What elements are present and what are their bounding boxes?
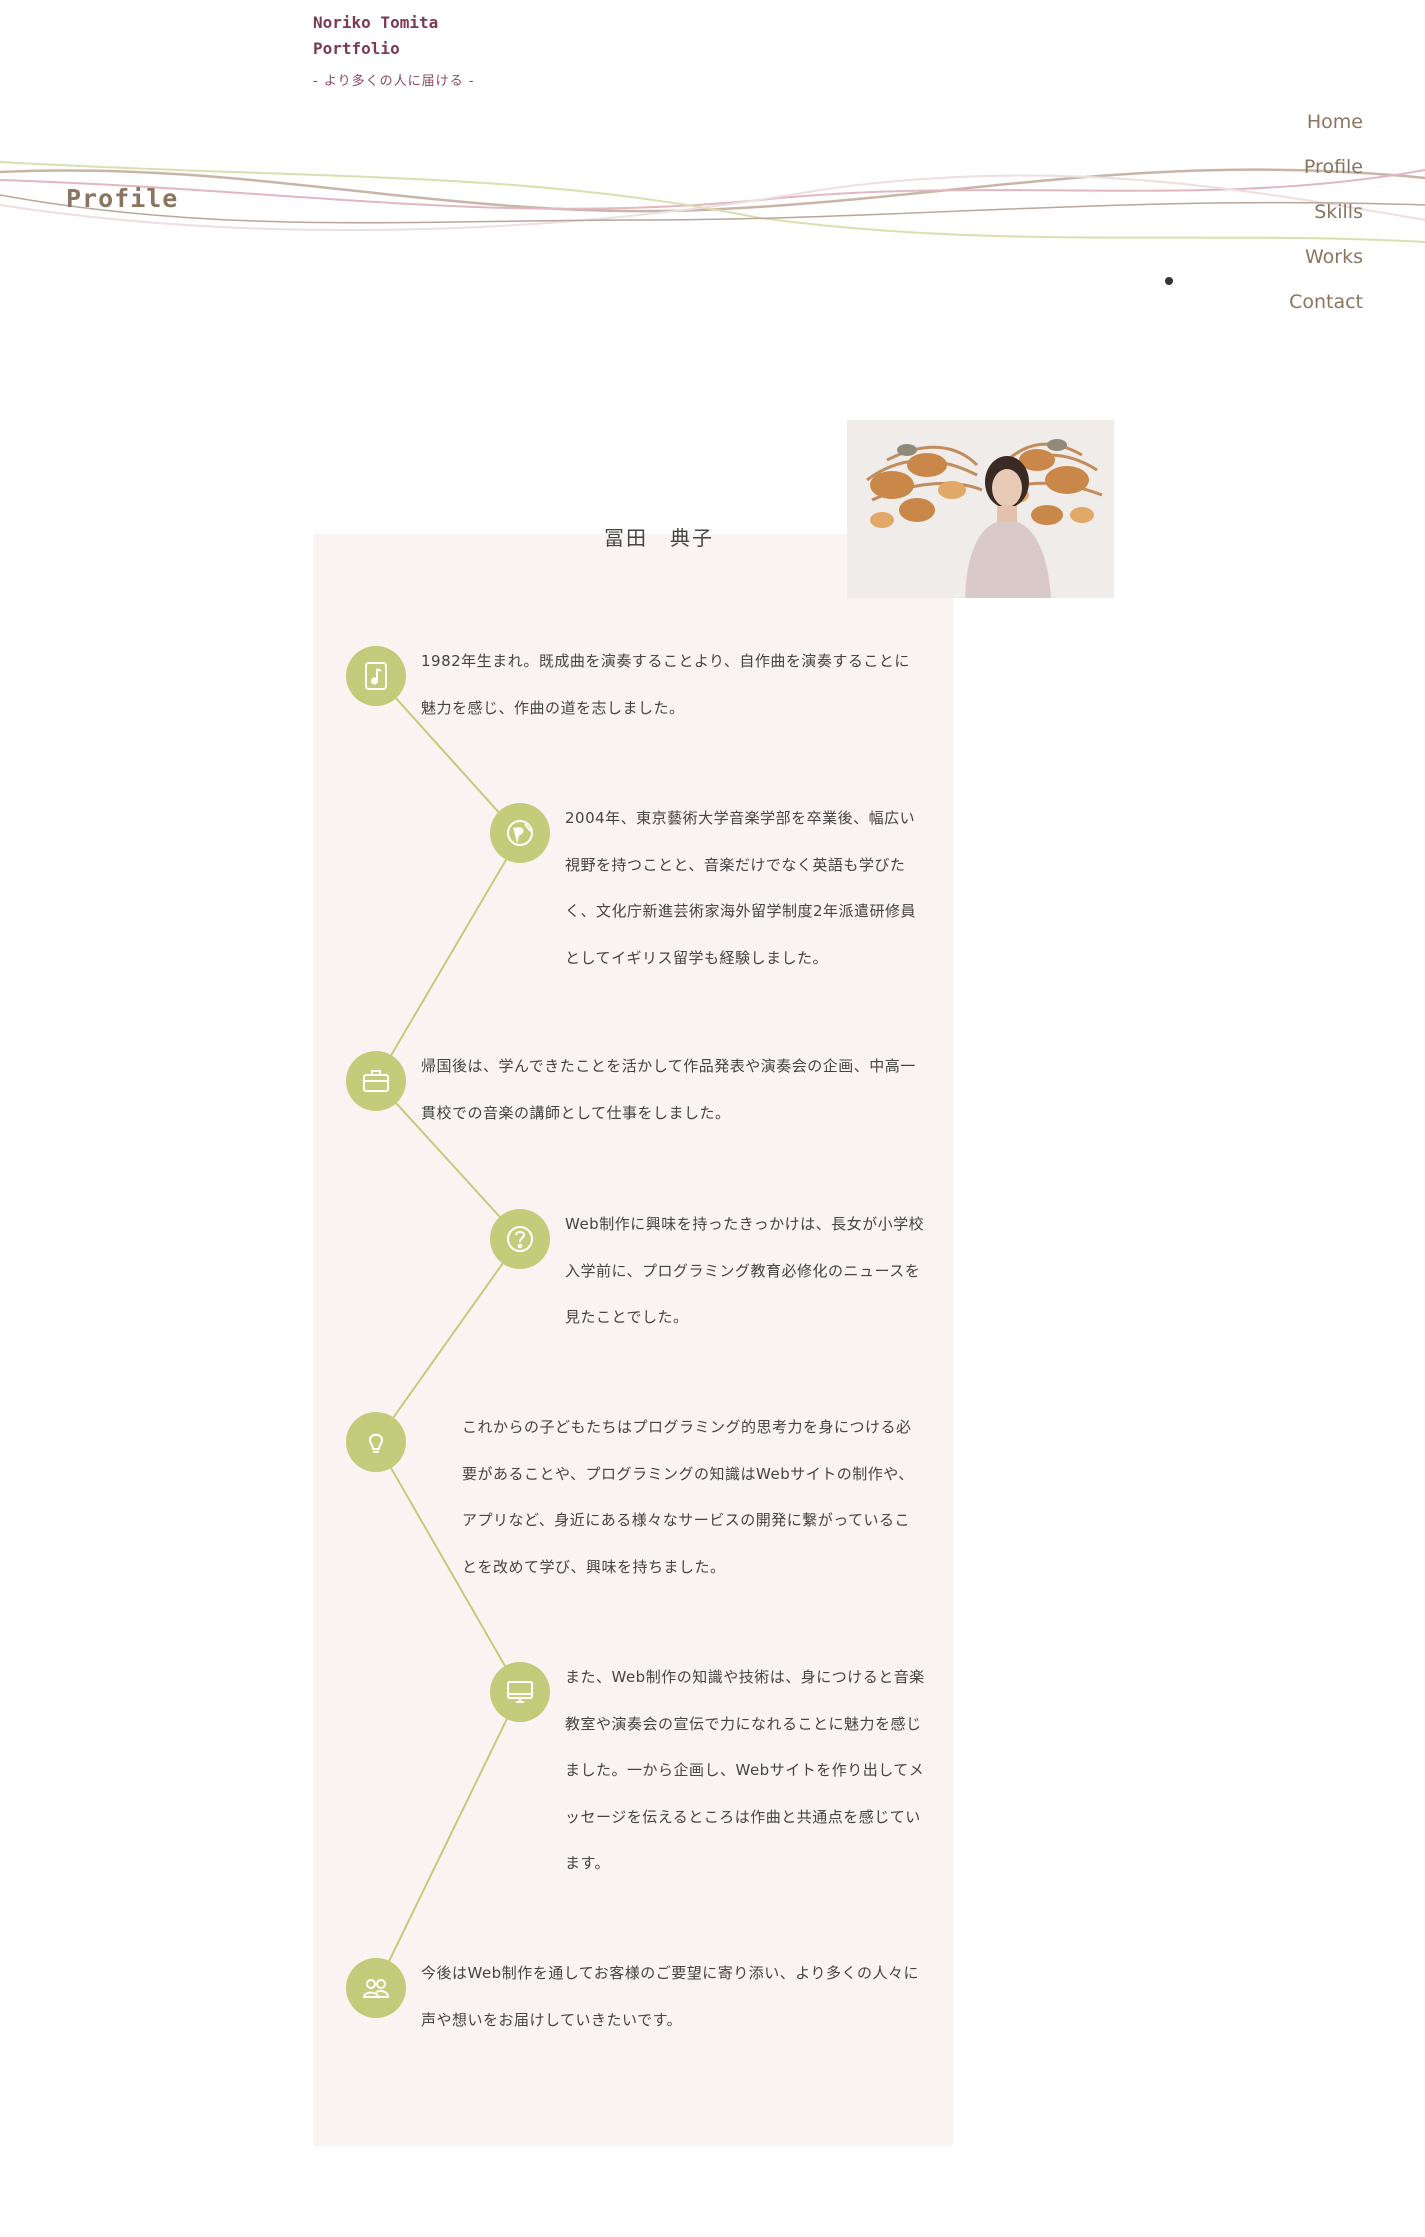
tagline: - より多くの人に届ける - [313, 74, 475, 89]
site-logo[interactable]: Noriko Tomita Portfolio - より多くの人に届ける - [313, 10, 474, 89]
timeline-text-4: Web制作に興味を持ったきっかけは、長女が小学校入学前に、プログラミング教育必修… [565, 1215, 925, 1326]
timeline-text-5: これからの子どもたちはプログラミング的思考力を身につける必要があることや、プログ… [462, 1418, 914, 1576]
nav-works[interactable]: Works [1289, 235, 1363, 280]
logo-portfolio: Portfolio [313, 39, 400, 58]
nav-profile[interactable]: Profile [1289, 145, 1363, 190]
nav-skills[interactable]: Skills [1289, 190, 1363, 235]
globe-icon [490, 803, 550, 863]
nav-home[interactable]: Home [1289, 100, 1363, 145]
question-icon [490, 1209, 550, 1269]
lightbulb-icon [346, 1412, 406, 1472]
page: Noriko Tomita Portfolio - より多くの人に届ける - H… [0, 0, 1425, 2237]
timeline-text-1: 1982年生まれ。既成曲を演奏することより、自作曲を演奏することに魅力を感じ、作… [421, 652, 910, 717]
logo-name: Noriko Tomita [313, 13, 439, 32]
profile-photo [847, 420, 1114, 598]
cursor-dot [1165, 277, 1173, 285]
music-note-icon [346, 646, 406, 706]
timeline-text-3: 帰国後は、学んできたことを活かして作品発表や演奏会の企画、中高一貫校での音楽の講… [421, 1057, 916, 1122]
timeline-text-7: 今後はWeb制作を通してお客様のご要望に寄り添い、より多くの人々に声や想いをお届… [421, 1964, 920, 2029]
profile-name: 冨田 典子 [604, 526, 714, 550]
timeline-text-6: また、Web制作の知識や技術は、身につけると音楽教室や演奏会の宣伝で力になれるこ… [565, 1668, 925, 1872]
section-title: Profile [66, 184, 179, 213]
computer-icon [490, 1662, 550, 1722]
wave-decoration [0, 161, 1425, 243]
timeline-text-2: 2004年、東京藝術大学音楽学部を卒業後、幅広い視野を持つことと、音楽だけでなく… [565, 809, 917, 967]
main-nav: Home Profile Skills Works Contact [1289, 100, 1363, 325]
nav-contact[interactable]: Contact [1289, 280, 1363, 325]
people-icon [346, 1958, 406, 2018]
briefcase-icon [346, 1051, 406, 1111]
